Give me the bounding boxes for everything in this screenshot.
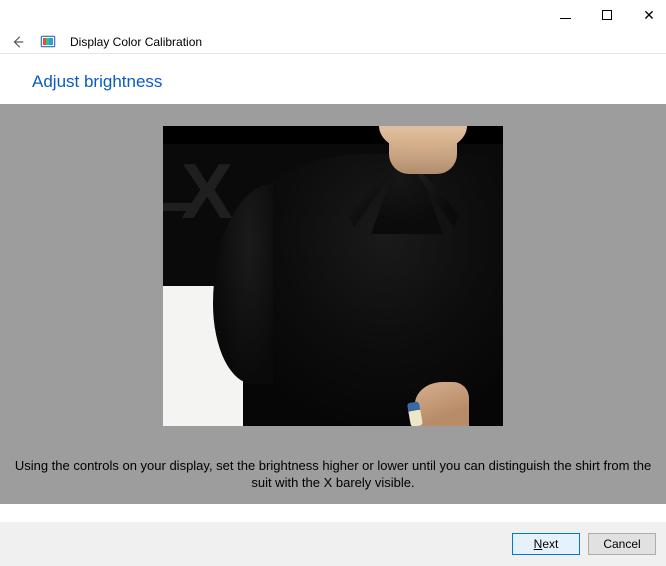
heading-area: Adjust brightness [0,54,666,104]
window-titlebar: ✕ [0,0,666,30]
maximize-button[interactable] [600,8,614,22]
next-button-label: Next [534,537,559,551]
wizard-footer: Next Cancel [0,522,666,566]
brightness-reference-image: X [163,126,503,426]
window-title: Display Color Calibration [70,35,202,49]
close-icon: ✕ [643,8,655,22]
cancel-button[interactable]: Cancel [588,533,656,555]
instruction-text: Using the controls on your display, set … [0,457,666,492]
back-arrow-icon [11,35,25,49]
back-button[interactable] [10,34,26,50]
cancel-button-label: Cancel [603,537,640,551]
app-icon [40,34,56,50]
close-button[interactable]: ✕ [642,8,656,22]
content-area: X Using the controls on your display, se… [0,104,666,504]
minimize-icon [560,18,571,19]
next-button[interactable]: Next [512,533,580,555]
minimize-button[interactable] [558,8,572,22]
page-heading: Adjust brightness [32,72,634,92]
maximize-icon [602,10,612,20]
header-bar: Display Color Calibration [0,30,666,54]
